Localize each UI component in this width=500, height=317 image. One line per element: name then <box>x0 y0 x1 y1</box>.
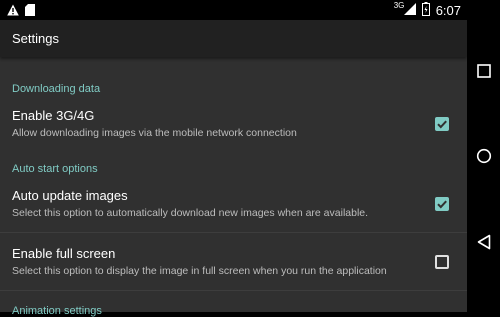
setting-title: Enable 3G/4G <box>12 107 95 123</box>
category-auto-start-options: Auto start options <box>12 163 98 175</box>
auto-update-images-checkbox[interactable] <box>435 196 449 211</box>
recent-apps-icon[interactable] <box>475 62 492 79</box>
settings-screen: Settings Downloading data Enable 3G/4G A… <box>0 20 467 317</box>
setting-enable-3g-4g[interactable]: Enable 3G/4G Allow downloading images vi… <box>0 95 467 152</box>
checkmark-icon <box>437 120 447 128</box>
setting-summary: Select this option to automatically down… <box>12 206 369 219</box>
signal-icon: 3G <box>394 1 416 18</box>
category-animation-settings: Animation settings <box>12 305 102 317</box>
toolbar: Settings <box>0 20 467 57</box>
navigation-bar <box>467 0 500 312</box>
setting-auto-update-images[interactable]: Auto update images Select this option to… <box>0 175 467 232</box>
setting-summary: Select this option to display the image … <box>12 264 387 277</box>
enable-full-screen-checkbox[interactable] <box>435 254 449 269</box>
setting-enable-full-screen[interactable]: Enable full screen Select this option to… <box>0 233 467 290</box>
clock: 6:07 <box>435 3 461 18</box>
home-icon[interactable] <box>475 147 492 164</box>
network-type-label: 3G <box>393 1 405 10</box>
status-bar: 3G 6:07 <box>0 0 467 20</box>
warning-icon <box>7 3 19 21</box>
setting-title: Enable full screen <box>12 245 116 261</box>
category-downloading-data: Downloading data <box>12 83 101 95</box>
enable-3g-4g-checkbox[interactable] <box>435 116 449 131</box>
checkmark-icon <box>437 200 447 208</box>
battery-icon <box>421 2 430 19</box>
setting-summary: Allow downloading images via the mobile … <box>12 126 297 139</box>
back-icon[interactable] <box>475 233 492 250</box>
sd-card-icon <box>25 3 35 21</box>
setting-title: Auto update images <box>12 187 128 203</box>
page-title: Settings <box>12 31 59 46</box>
